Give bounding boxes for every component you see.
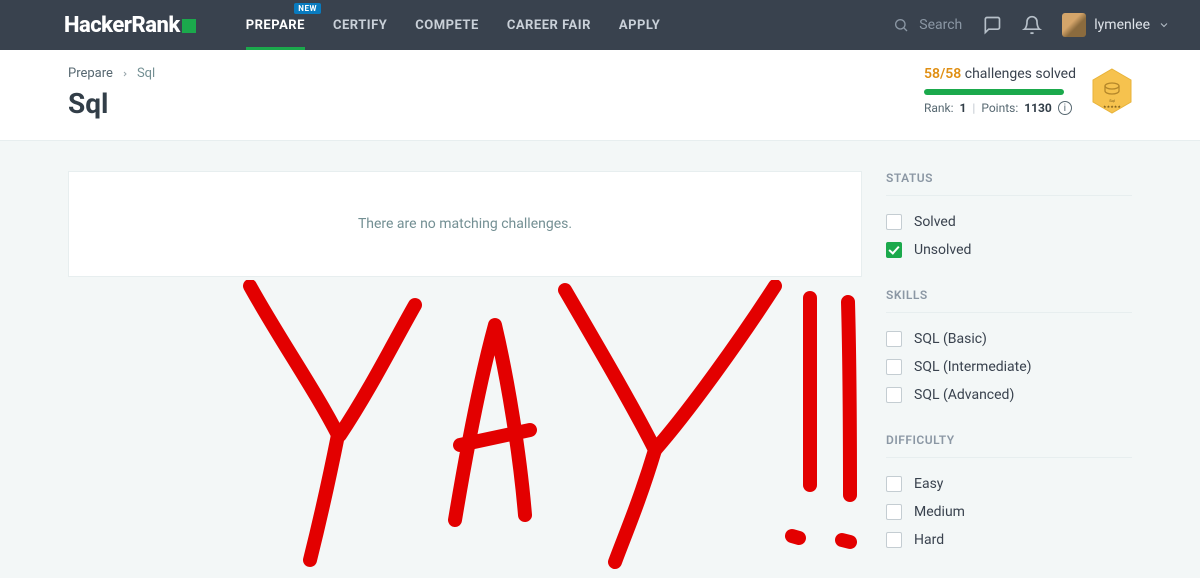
filter-difficulty: DIFFICULTY Easy Medium Hard xyxy=(886,433,1132,554)
chevron-right-icon xyxy=(121,70,129,78)
breadcrumb-root[interactable]: Prepare xyxy=(68,66,113,81)
stats-block: 58/58 challenges solved Rank: 1 | Points… xyxy=(924,66,1076,115)
notifications-button[interactable] xyxy=(1022,15,1042,35)
info-icon[interactable]: i xyxy=(1058,101,1072,115)
nav-prepare[interactable]: PREPARE NEW xyxy=(232,0,319,50)
checkbox-icon xyxy=(886,532,902,548)
filter-title: SKILLS xyxy=(886,288,1132,313)
nav-career-fair[interactable]: CAREER FAIR xyxy=(493,0,605,50)
new-badge: NEW xyxy=(294,3,321,14)
brand-name: HackerRank xyxy=(64,13,180,38)
filter-sidebar: STATUS Solved Unsolved SKILLS SQL (Basic… xyxy=(886,171,1132,578)
message-icon xyxy=(982,15,1002,35)
filter-title: STATUS xyxy=(886,171,1132,196)
challenges-panel: There are no matching challenges. xyxy=(68,171,862,277)
nav-item-label: COMPETE xyxy=(415,18,479,33)
breadcrumb-current: Sql xyxy=(137,66,155,81)
nav-item-label: PREPARE xyxy=(246,18,305,33)
filter-label: Medium xyxy=(914,504,965,520)
checkbox-icon xyxy=(886,504,902,520)
rank-line: Rank: 1 | Points: 1130 i xyxy=(924,101,1076,115)
header-right: 58/58 challenges solved Rank: 1 | Points… xyxy=(924,66,1132,115)
messages-button[interactable] xyxy=(982,15,1002,35)
nav-apply[interactable]: APPLY xyxy=(605,0,674,50)
progress-bar xyxy=(924,89,1064,95)
nav-item-label: CERTIFY xyxy=(333,18,387,33)
points-value: 1130 xyxy=(1024,101,1052,115)
svg-text:Sql: Sql xyxy=(1109,98,1115,103)
chevron-down-icon xyxy=(1158,19,1170,31)
filter-hard[interactable]: Hard xyxy=(886,526,1132,554)
search-placeholder: Search xyxy=(919,17,962,33)
solved-label: challenges solved xyxy=(965,66,1076,82)
content-area: There are no matching challenges. STATUS… xyxy=(0,141,1200,578)
filter-sql-intermediate[interactable]: SQL (Intermediate) xyxy=(886,353,1132,381)
brand-logo-square xyxy=(182,19,196,33)
solved-count: 58/58 xyxy=(924,66,961,82)
user-name: lymenlee xyxy=(1094,17,1150,33)
filter-skills: SKILLS SQL (Basic) SQL (Intermediate) SQ… xyxy=(886,288,1132,409)
rank-value: 1 xyxy=(960,101,967,115)
separator: | xyxy=(972,101,975,115)
checkbox-checked-icon xyxy=(886,242,902,258)
filter-label: SQL (Intermediate) xyxy=(914,359,1032,375)
filter-label: SQL (Advanced) xyxy=(914,387,1014,403)
nav-item-label: CAREER FAIR xyxy=(507,18,591,33)
nav-certify[interactable]: CERTIFY xyxy=(319,0,401,50)
page-header: Prepare Sql Sql 58/58 challenges solved … xyxy=(0,50,1200,141)
solved-line: 58/58 challenges solved xyxy=(924,66,1076,82)
top-nav: HackerRank PREPARE NEW CERTIFY COMPETE C… xyxy=(0,0,1200,50)
nav-right: Search lymenlee xyxy=(893,13,1170,37)
filter-label: Easy xyxy=(914,476,943,492)
breadcrumb: Prepare Sql xyxy=(68,66,155,81)
filter-label: Hard xyxy=(914,532,944,548)
nav-item-label: APPLY xyxy=(619,18,660,33)
page-title: Sql xyxy=(68,87,155,120)
svg-text:★★★★★: ★★★★★ xyxy=(1103,104,1121,109)
filter-label: Solved xyxy=(914,214,956,230)
bell-icon xyxy=(1022,15,1042,35)
filter-sql-advanced[interactable]: SQL (Advanced) xyxy=(886,381,1132,409)
search-icon xyxy=(893,17,909,33)
filter-medium[interactable]: Medium xyxy=(886,498,1132,526)
checkbox-icon xyxy=(886,387,902,403)
filter-label: Unsolved xyxy=(914,242,971,258)
brand-logo[interactable]: HackerRank xyxy=(64,13,196,38)
search-input[interactable]: Search xyxy=(893,17,962,33)
filter-status: STATUS Solved Unsolved xyxy=(886,171,1132,264)
badge-hex-icon: Sql ★★★★★ xyxy=(1092,68,1132,114)
filter-label: SQL (Basic) xyxy=(914,331,987,347)
filter-title: DIFFICULTY xyxy=(886,433,1132,458)
nav-links: PREPARE NEW CERTIFY COMPETE CAREER FAIR … xyxy=(232,0,675,50)
rank-label: Rank: xyxy=(924,101,954,115)
points-label: Points: xyxy=(981,101,1018,115)
skill-badge[interactable]: Sql ★★★★★ xyxy=(1092,68,1132,114)
checkbox-icon xyxy=(886,359,902,375)
filter-easy[interactable]: Easy xyxy=(886,470,1132,498)
checkbox-icon xyxy=(886,214,902,230)
filter-unsolved[interactable]: Unsolved xyxy=(886,236,1132,264)
filter-solved[interactable]: Solved xyxy=(886,208,1132,236)
user-menu[interactable]: lymenlee xyxy=(1062,13,1170,37)
checkbox-icon xyxy=(886,331,902,347)
header-left: Prepare Sql Sql xyxy=(68,66,155,120)
checkbox-icon xyxy=(886,476,902,492)
filter-sql-basic[interactable]: SQL (Basic) xyxy=(886,325,1132,353)
avatar xyxy=(1062,13,1086,37)
empty-message: There are no matching challenges. xyxy=(358,216,572,232)
nav-compete[interactable]: COMPETE xyxy=(401,0,493,50)
